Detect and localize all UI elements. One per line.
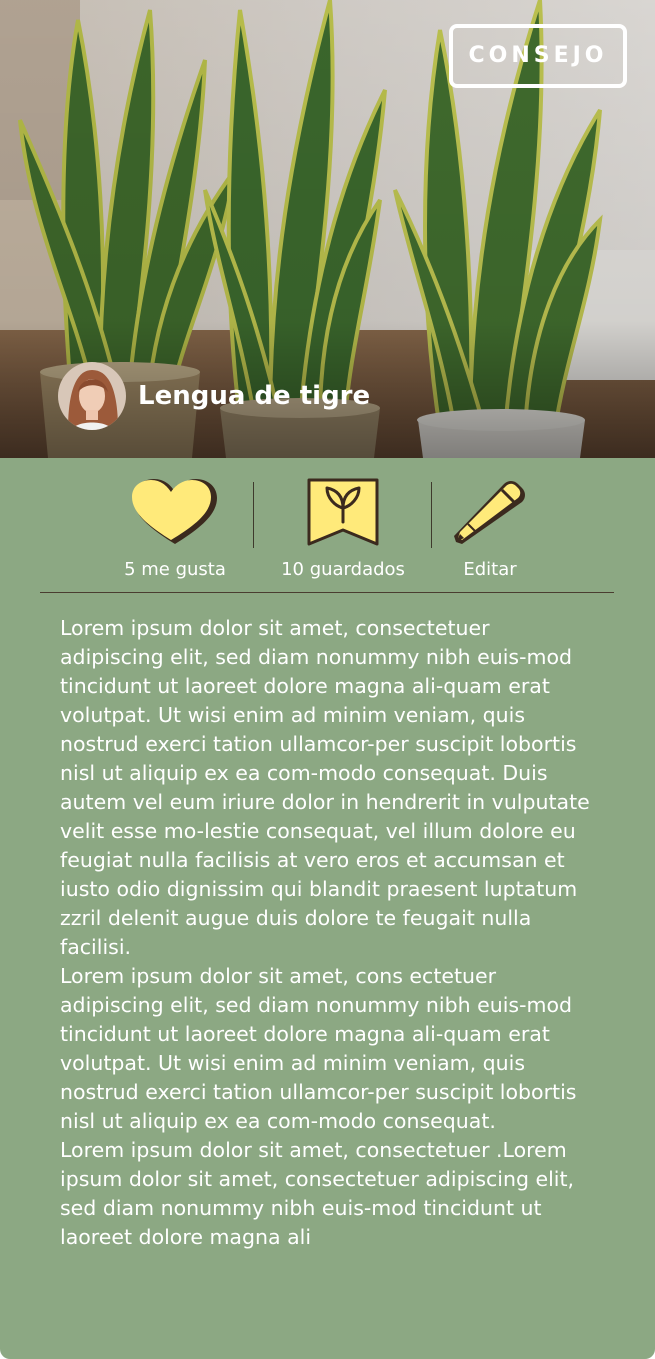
like-count: 5 me gusta xyxy=(124,559,226,580)
section-divider xyxy=(40,592,614,593)
avatar-portrait xyxy=(58,362,126,430)
save-button[interactable]: 10 guardados xyxy=(268,476,418,580)
heart-icon xyxy=(132,479,217,544)
like-button[interactable]: 5 me gusta xyxy=(112,476,238,580)
edit-button[interactable]: Editar xyxy=(440,476,540,580)
paragraph: Lorem ipsum dolor sit amet, cons ectetue… xyxy=(60,964,577,1133)
author-avatar[interactable] xyxy=(58,362,126,430)
bookmark-leaf-icon xyxy=(307,478,379,546)
pencil-icon xyxy=(454,481,525,544)
edit-label: Editar xyxy=(463,559,517,580)
tip-description: Lorem ipsum dolor sit amet, consectetuer… xyxy=(60,614,595,1252)
save-count: 10 guardados xyxy=(281,559,405,580)
paragraph: Lorem ipsum dolor sit amet, consectetuer… xyxy=(60,616,590,959)
plant-tip-card: CONSEJO Lengua de tigre 5 me gusta 10 gu… xyxy=(0,0,655,1359)
action-bar: 5 me gusta 10 guardados Editar xyxy=(0,476,655,586)
author-row: Lengua de tigre xyxy=(58,362,370,430)
plant-name: Lengua de tigre xyxy=(138,381,371,411)
paragraph: Lorem ipsum dolor sit amet, consectetuer… xyxy=(60,1138,575,1249)
tip-category-badge[interactable]: CONSEJO xyxy=(449,24,627,88)
action-divider xyxy=(253,482,254,548)
action-divider xyxy=(431,482,432,548)
hero-image: CONSEJO Lengua de tigre xyxy=(0,0,655,458)
